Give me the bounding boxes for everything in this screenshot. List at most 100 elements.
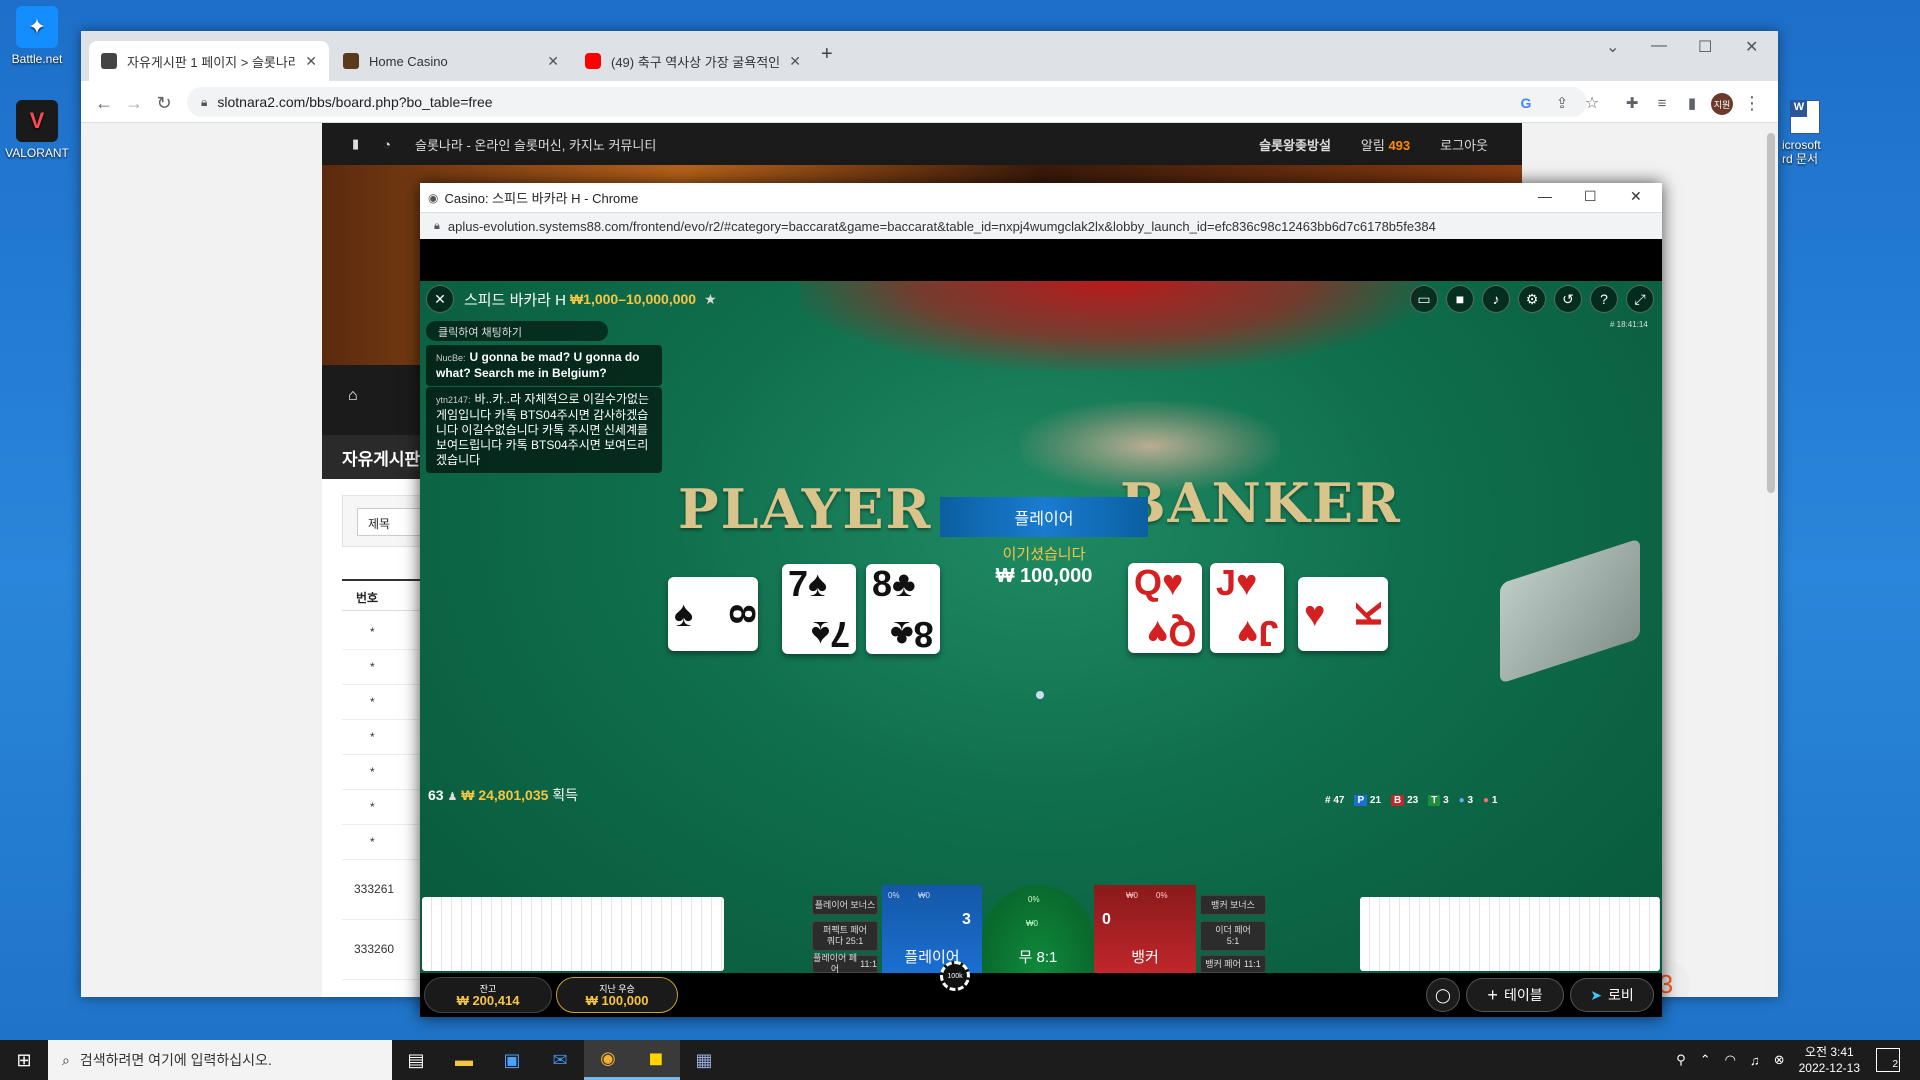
profile-avatar[interactable]: 지원 [1711, 93, 1733, 115]
bet-player-bonus[interactable]: 플레이어 보너스 [812, 895, 878, 915]
banker-stat-icon: B [1391, 795, 1405, 806]
taskbar-file-explorer[interactable]: ▬ [440, 1040, 488, 1080]
tab-search-icon[interactable]: ⌄ [1606, 37, 1619, 57]
bet-banker[interactable]: 0% ₩0 0 뱅커 [1094, 885, 1196, 973]
address-bar[interactable]: 🔒︎ slotnara2.com/bbs/board.php?bo_table=… [187, 87, 1587, 117]
taskbar-search[interactable]: ⌕ 검색하려면 여기에 입력하십시오. [48, 1040, 392, 1080]
popup-titlebar: ◉ Casino: 스피드 바카라 H - Chrome — ☐ ✕ [420, 183, 1662, 213]
close-game-icon[interactable]: ✕ [426, 285, 454, 313]
chat-input[interactable]: 클릭하여 채팅하기 [426, 321, 608, 341]
start-button[interactable]: ⊞ [0, 1040, 48, 1080]
forward-icon[interactable]: → [123, 92, 145, 114]
volume-icon[interactable]: ♫ [1750, 1053, 1760, 1068]
alarm-link[interactable]: 알림 493 [1361, 135, 1410, 154]
back-icon[interactable]: ← [93, 92, 115, 114]
calculator-icon: ▦ [695, 1049, 713, 1070]
menu-icon[interactable]: ⋮ [1741, 92, 1763, 114]
chat-icon[interactable]: ▭ [1410, 285, 1438, 313]
tray-expand-icon[interactable]: ⌃ [1700, 1052, 1711, 1068]
notification-center-button[interactable]: 2 [1876, 1048, 1900, 1072]
player-pair-stat-icon: ● [1458, 795, 1465, 806]
chat-bubble-button[interactable]: ◯ [1426, 978, 1460, 1012]
tab-home-casino[interactable]: Home Casino ✕ [331, 41, 571, 81]
maximize-button[interactable]: ☐ [1698, 37, 1712, 57]
extensions-icon[interactable]: ✚ [1621, 92, 1643, 114]
taskbar-calculator[interactable]: ▦ [680, 1040, 728, 1080]
bookmark-icon[interactable]: ▮ [352, 136, 359, 152]
browser-toolbar: ← → ↻ 🔒︎ slotnara2.com/bbs/board.php?bo_… [81, 81, 1778, 123]
road-stats: # 47 P 21 B 23 T 3 ● 3 ● 1 [1325, 795, 1498, 806]
close-tab-icon[interactable]: ✕ [789, 53, 801, 70]
new-tab-button[interactable]: + [821, 43, 833, 66]
bet-player[interactable]: 0% ₩0 3 플레이어 [882, 885, 982, 973]
taskbar-chrome[interactable]: ◉ [584, 1040, 632, 1080]
banker-pair-stat-icon: ● [1483, 795, 1490, 806]
popup-maximize-button[interactable]: ☐ [1584, 188, 1597, 205]
logout-link[interactable]: 로그아웃 [1440, 135, 1488, 154]
google-icon[interactable]: G [1515, 92, 1537, 114]
rss-icon[interactable]: ◔ [383, 137, 391, 152]
tab-youtube[interactable]: (49) 축구 역사상 가장 굴욕적인 ✕ [573, 41, 813, 81]
player-card-1: ♠ 8 [668, 577, 763, 651]
desktop-icon-battlenet[interactable]: ✦ Battle.net [0, 6, 74, 66]
people-icon[interactable]: ⚲ [1676, 1052, 1686, 1068]
nav-link-slot-king[interactable]: 슬롯왕좆방설 [1259, 135, 1331, 154]
minimize-button[interactable]: — [1651, 37, 1667, 55]
lobby-icon: ➤ [1590, 986, 1602, 1003]
bet-perfect-pair[interactable]: 퍼펙트 페어 쿼다 25:1 [812, 921, 878, 951]
settings-icon[interactable]: ⚙ [1518, 285, 1546, 313]
winners-summary: 63 ♟ ₩ 24,801,035 획득 [428, 787, 579, 803]
bead-road[interactable] [422, 897, 724, 971]
bookmark-star-icon[interactable]: ☆ [1581, 92, 1603, 114]
clock[interactable]: 오전 3:41 2022-12-13 [1799, 1044, 1860, 1076]
video-icon[interactable]: ■ [1446, 285, 1474, 313]
bet-player-pair[interactable]: 플레이어 페어 11:1 [812, 953, 878, 973]
desktop-icon-valorant[interactable]: V VALORANT [0, 100, 74, 160]
taskbar-kakaotalk[interactable]: ◼ [632, 1040, 680, 1080]
close-tab-icon[interactable]: ✕ [547, 53, 559, 70]
task-view-button[interactable]: ▤ [392, 1040, 440, 1080]
close-tab-icon[interactable]: ✕ [305, 53, 317, 70]
fullscreen-icon[interactable]: ⤢ [1626, 285, 1654, 313]
board-title: 자유게시판 [342, 450, 421, 469]
taskbar-store[interactable]: ▣ [488, 1040, 536, 1080]
player-card-3: 8♣ 8♣ [866, 564, 940, 655]
folder-icon: ▬ [455, 1049, 473, 1070]
favorite-star-icon[interactable]: ★ [704, 291, 717, 308]
bet-banker-pair[interactable]: 뱅커 페어 11:1 [1200, 955, 1266, 973]
chat-message: ytn2147: 바..카..라 자체적으로 이길수가없는게임입니다 카톡 BTS… [426, 387, 662, 473]
taskbar-mail[interactable]: ✉ [536, 1040, 584, 1080]
bet-either-pair[interactable]: 이더 페어 5:1 [1200, 921, 1266, 951]
popup-minimize-button[interactable]: — [1538, 188, 1552, 204]
word-document-icon[interactable]: W [1790, 100, 1820, 134]
player-card-2: 7♠ 7♠ [782, 564, 856, 655]
popup-address-bar[interactable]: 🔒︎ aplus-evolution.systems88.com/fronten… [420, 213, 1662, 239]
lock-icon: 🔒︎ [434, 219, 440, 232]
help-icon[interactable]: ? [1590, 285, 1618, 313]
history-icon[interactable]: ↺ [1554, 285, 1582, 313]
tab-strip: 자유게시판 1 페이지 > 슬롯나라 ✕ Home Casino ✕ (49) … [81, 31, 1778, 81]
side-panel-icon[interactable]: ▮ [1681, 92, 1703, 114]
network-icon[interactable]: ◠ [1725, 1052, 1736, 1068]
lobby-button[interactable]: ➤ 로비 [1570, 978, 1654, 1012]
sound-icon[interactable]: ♪ [1482, 285, 1510, 313]
chip-selector[interactable]: 100k [940, 961, 970, 991]
big-road[interactable] [1360, 897, 1660, 971]
bet-banker-bonus[interactable]: 뱅커 보너스 [1200, 895, 1266, 915]
plus-icon: + [1487, 984, 1498, 1005]
mail-icon: ✉ [552, 1049, 568, 1070]
share-icon[interactable]: ⇪ [1551, 92, 1573, 114]
reload-icon[interactable]: ↻ [153, 92, 175, 114]
youtube-icon [585, 53, 601, 69]
page-scrollbar[interactable] [1764, 123, 1778, 997]
ime-icon[interactable]: ⊗ [1774, 1052, 1785, 1068]
scrollbar-thumb[interactable] [1767, 133, 1775, 493]
reading-list-icon[interactable]: ≡ [1651, 92, 1673, 114]
bet-tie[interactable]: 0% ₩0 무 8:1 [982, 885, 1094, 973]
tab-free-board[interactable]: 자유게시판 1 페이지 > 슬롯나라 ✕ [89, 41, 329, 81]
add-table-button[interactable]: + 테이블 [1466, 978, 1564, 1012]
home-icon[interactable]: ⌂ [348, 387, 358, 405]
betting-panel: 플레이어 보너스 퍼펙트 페어 쿼다 25:1 플레이어 페어 11:1 0% ₩0… [420, 885, 1662, 973]
popup-close-button[interactable]: ✕ [1630, 188, 1642, 205]
close-window-button[interactable]: ✕ [1745, 37, 1758, 57]
